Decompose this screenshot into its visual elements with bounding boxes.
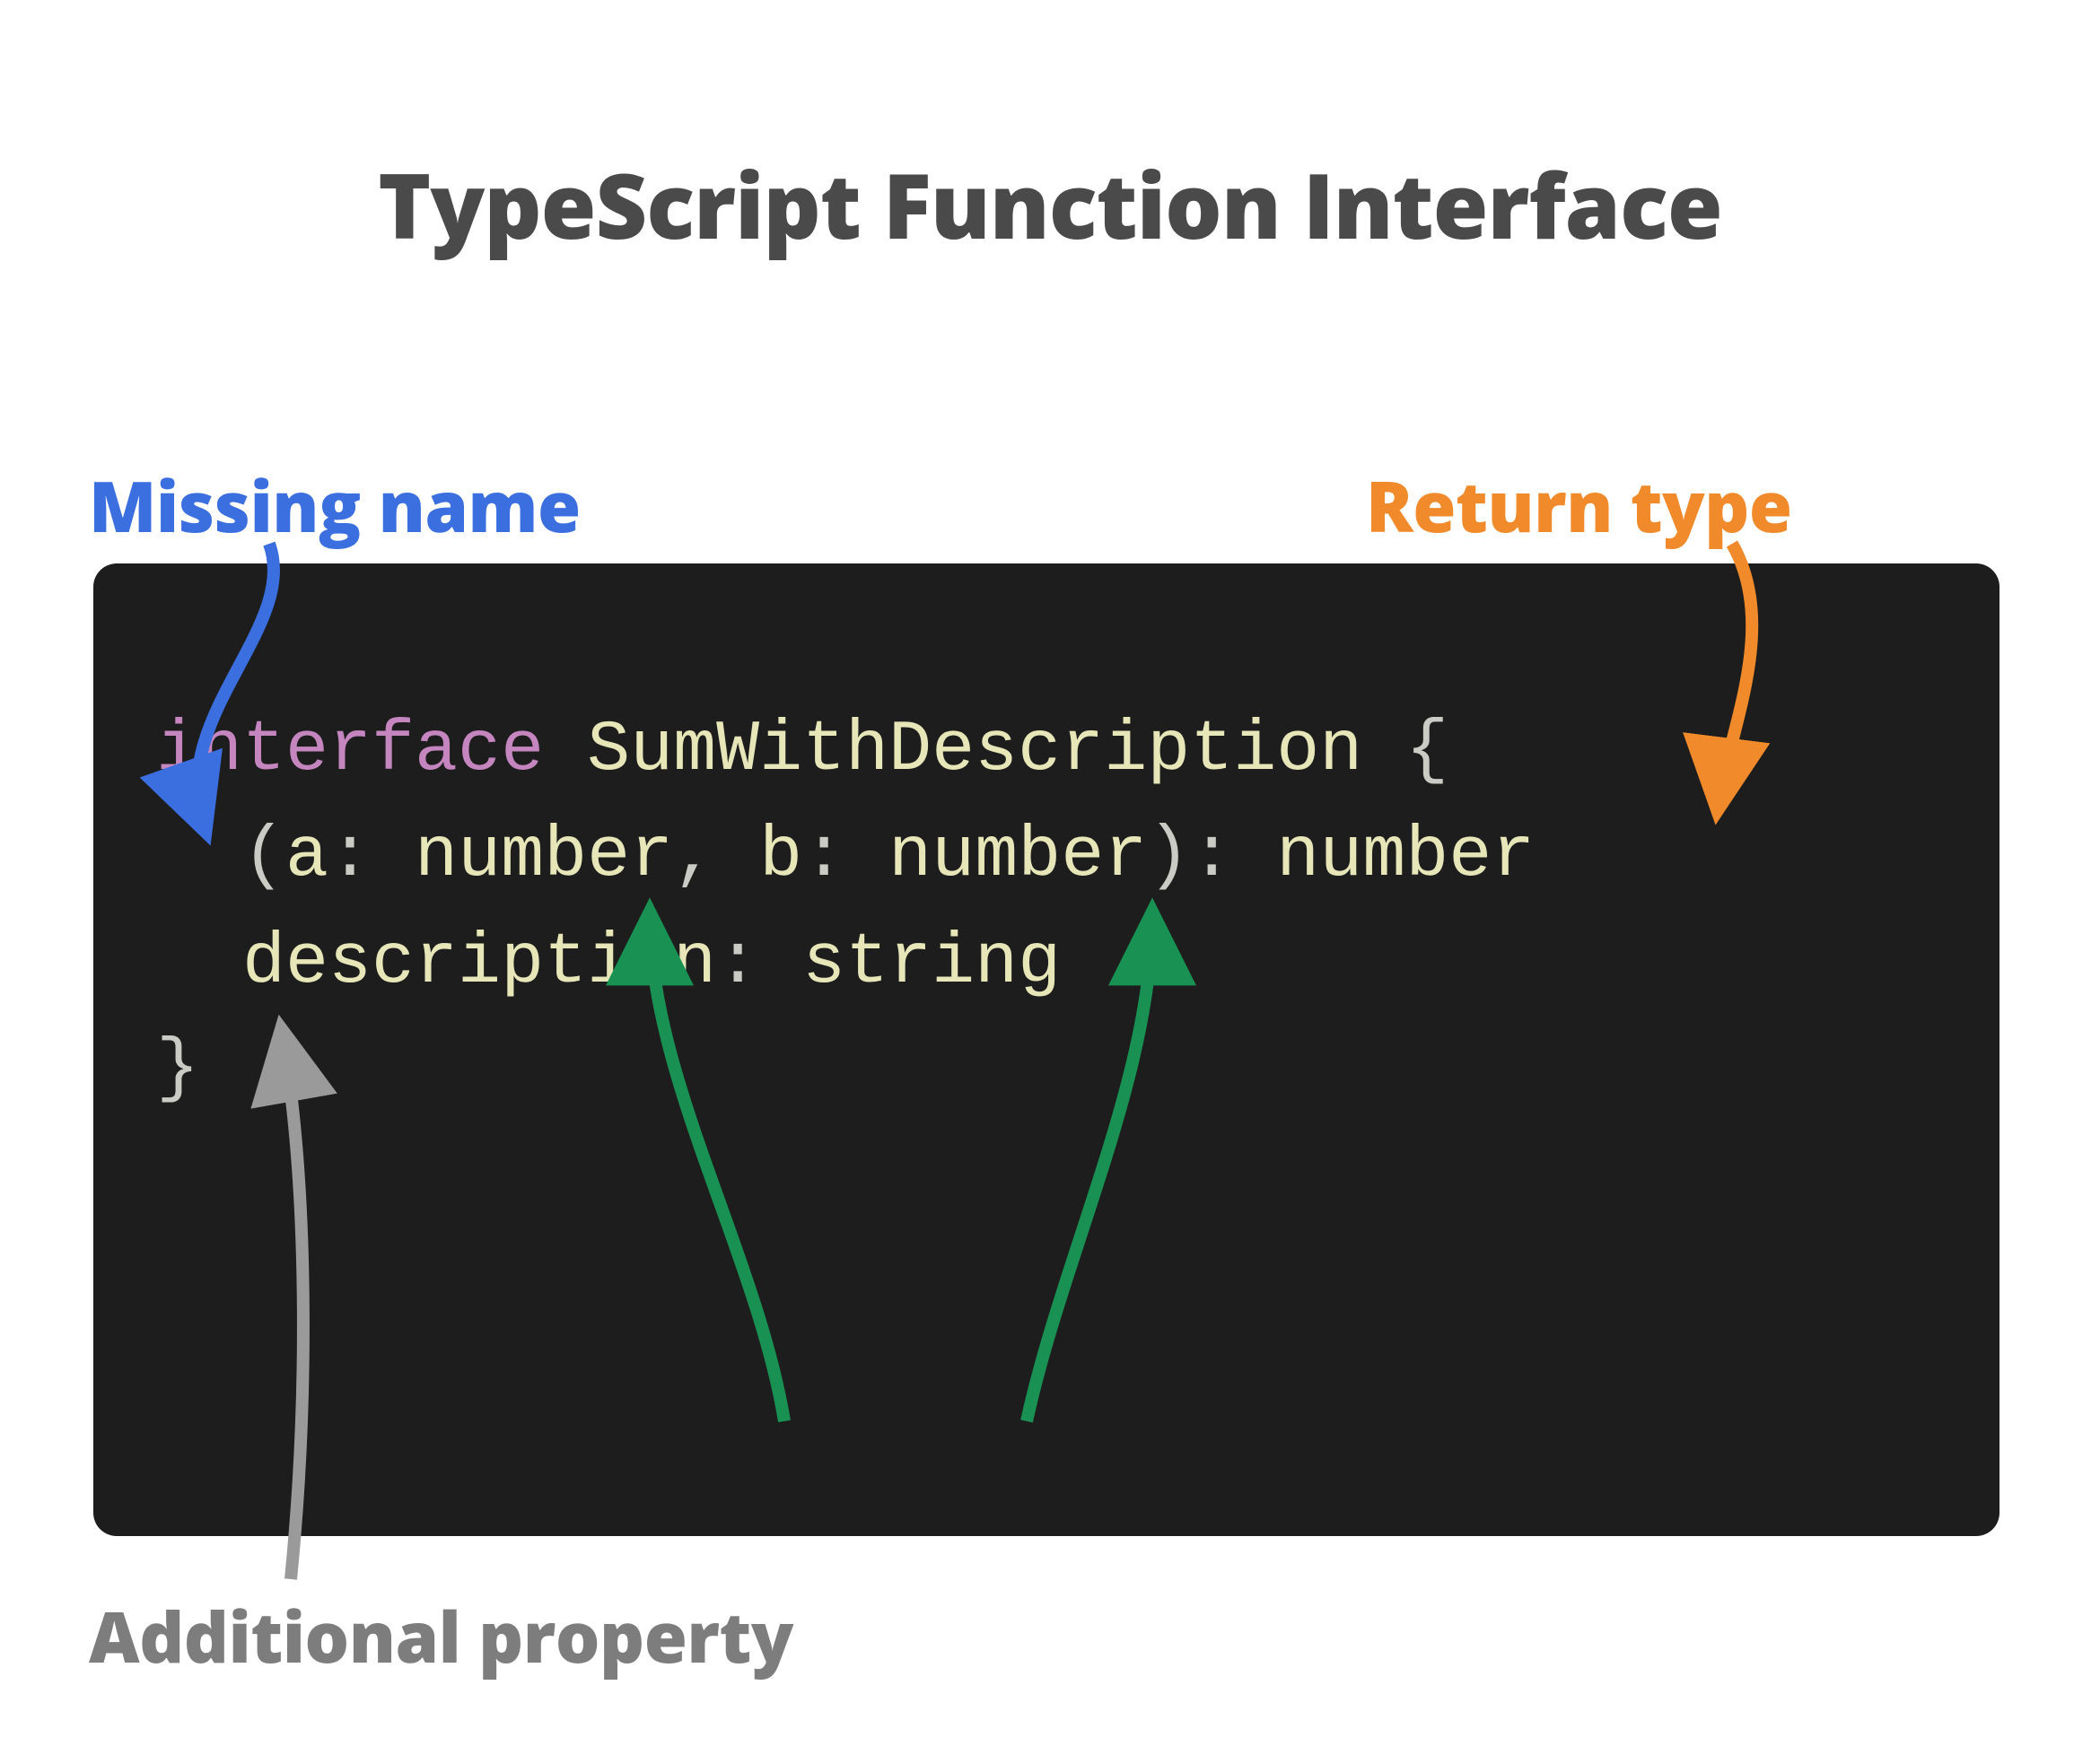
code-interface-name: SumWithDescription — [587, 710, 1362, 791]
code-param-a-name: a — [285, 816, 328, 897]
code-param-a-type: number — [415, 816, 673, 897]
code-prop-type: string — [802, 922, 1061, 1004]
label-missing-name: Missing name — [89, 458, 581, 553]
code-param-b-name: b — [759, 816, 802, 897]
code-sig-close: ) — [1147, 816, 1190, 897]
page-title: TypeScript Function Interface — [75, 144, 2025, 266]
code-keyword: interface — [156, 710, 544, 791]
code-block: interface SumWithDescription { (a: numbe… — [93, 563, 1999, 1536]
label-additional-property: Additional property — [89, 1588, 793, 1683]
code-sig-open: ( — [242, 816, 285, 897]
code-prop-sep: : — [716, 922, 759, 1004]
code-param-sep: , — [673, 816, 716, 897]
code-close-brace: } — [156, 1028, 199, 1110]
code-open-brace: { — [1405, 710, 1448, 791]
label-return-type: Return type — [1366, 458, 1792, 553]
code-return-type: number — [1276, 816, 1535, 897]
code-prop-name: description — [242, 922, 716, 1004]
code-param-b-type: number — [888, 816, 1147, 897]
code-return-sep: : — [1190, 816, 1233, 897]
